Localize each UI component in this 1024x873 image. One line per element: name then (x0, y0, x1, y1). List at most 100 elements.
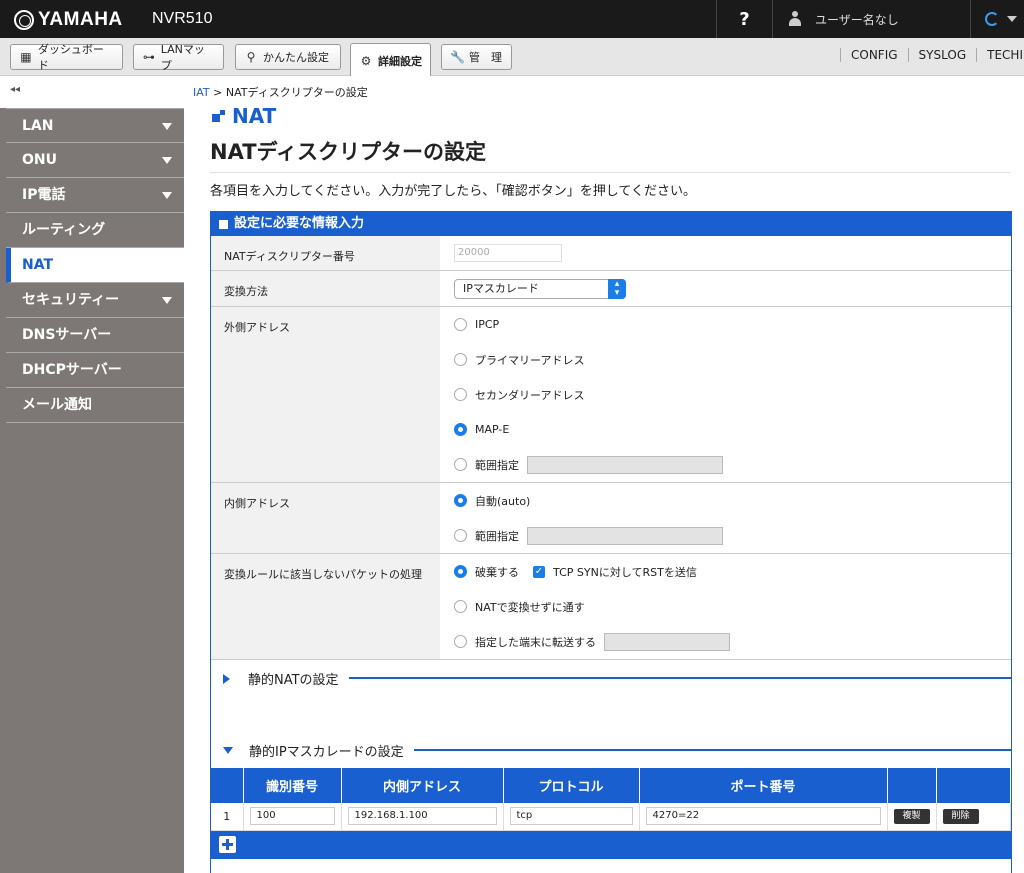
sub-links: CONFIG SYSLOG TECHINF (840, 48, 1024, 62)
option-discard[interactable]: 破棄する ✓ TCP SYNに対してRSTを送信 (454, 554, 1011, 589)
sidebar-item-label: セキュリティー (22, 292, 120, 308)
inner-address-input[interactable]: 192.168.1.100 (347, 807, 497, 826)
sidebar-item-dhcp-server[interactable]: DHCPサーバー (6, 353, 184, 388)
config-link[interactable]: CONFIG (840, 48, 908, 62)
option-outer-range[interactable]: 範囲指定 (454, 447, 1011, 482)
delete-cell: 削除 (936, 803, 1011, 831)
help-button[interactable]: ? (716, 0, 772, 38)
sidebar-item-onu[interactable]: ONU (6, 143, 184, 178)
option-forward[interactable]: 指定した端末に転送する (454, 624, 1011, 659)
checkmark-icon[interactable]: ✓ (533, 565, 545, 578)
collapse-sidebar-icon[interactable]: ◂◂ (10, 84, 20, 95)
masquerade-table: 識別番号 内側アドレス プロトコル ポート番号 1 100 192.168.1.… (211, 768, 1011, 831)
square-icon (219, 219, 228, 229)
user-menu[interactable]: ユーザー名なし (772, 0, 970, 38)
radio-button[interactable] (454, 529, 467, 542)
sidebar-item-routing[interactable]: ルーティング (6, 213, 184, 248)
panel-header: 設定に必要な情報入力 (211, 212, 1011, 236)
static-masquerade-toggle[interactable]: 静的IPマスカレードの設定 (211, 733, 1011, 768)
instruction-text: 各項目を入力してください。入力が完了したら、「確認ボタン」を押してください。 (210, 184, 696, 199)
section-title: NAT (212, 104, 276, 128)
top-bar: YAMAHA NVR510 ? ユーザー名なし (0, 0, 1024, 38)
outer-range-input[interactable] (527, 455, 723, 474)
sidebar-item-mail-notify[interactable]: メール通知 (6, 388, 184, 423)
option-inner-range[interactable]: 範囲指定 (454, 518, 1011, 553)
tab-dashboard[interactable]: ▦ ダッシュボード (10, 43, 123, 72)
field-value: 自動(auto) 範囲指定 (440, 483, 1011, 553)
lan-map-icon: ⊶ (142, 50, 155, 64)
radio-button[interactable] (454, 318, 467, 331)
page-title: NATディスクリプターの設定 (210, 140, 487, 164)
option-label: 自動(auto) (475, 494, 531, 508)
radio-button[interactable] (454, 388, 467, 401)
tab-lan-map[interactable]: ⊶ LANマップ (133, 43, 224, 72)
option-auto[interactable]: 自動(auto) (454, 483, 1011, 518)
sidebar-item-label: DNSサーバー (22, 327, 112, 343)
radio-button[interactable] (454, 353, 467, 366)
tab-label: 詳細設定 (378, 54, 422, 68)
sidebar-item-label: メール通知 (22, 397, 92, 413)
sidebar-item-lan[interactable]: LAN (6, 108, 184, 143)
breadcrumb-link-nat[interactable]: NAT (194, 86, 210, 99)
sidebar-item-dns-server[interactable]: DNSサーバー (6, 318, 184, 353)
sidebar: ◂◂ LAN ONU IP電話 ルーティング NAT セキュリティー DNSサー… (0, 76, 189, 873)
sidebar-item-security[interactable]: セキュリティー (6, 283, 184, 318)
protocol-input[interactable]: tcp (509, 807, 633, 826)
radio-button-selected[interactable] (454, 423, 467, 436)
field-value: 破棄する ✓ TCP SYNに対してRSTを送信 NATで変換せずに通す 指定した… (440, 554, 1011, 659)
radio-button[interactable] (454, 635, 467, 648)
port-input[interactable]: 4270=22 (645, 807, 881, 826)
descriptor-number-input[interactable]: 20000 (454, 244, 562, 262)
main-content: NAT > NATディスクリプターの設定 NAT NATディスクリプターの設定 … (194, 76, 1024, 873)
forward-host-input[interactable] (604, 632, 730, 651)
copy-button[interactable]: 複製 (893, 809, 930, 825)
field-value: IPマスカレード ▴ ▾ (440, 271, 1011, 306)
chevron-down-icon (1006, 16, 1017, 22)
wrench-icon: 🔧 (450, 50, 465, 64)
row-index: 1 (211, 803, 244, 831)
sidebar-top: ◂◂ (0, 76, 184, 108)
collapse-label: 静的IPマスカレードの設定 (249, 745, 404, 760)
radio-button-selected[interactable] (454, 565, 467, 578)
id-cell: 100 (243, 803, 342, 831)
breadcrumb-current: NATディスクリプターの設定 (225, 86, 368, 99)
protocol-cell: tcp (503, 803, 640, 831)
inner-range-input[interactable] (527, 526, 723, 545)
id-input[interactable]: 100 (249, 807, 335, 826)
sidebar-item-nat[interactable]: NAT (6, 248, 184, 283)
help-icon: ? (739, 8, 750, 30)
delete-button[interactable]: 削除 (942, 809, 979, 825)
option-primary-address[interactable]: プライマリーアドレス (454, 342, 1011, 377)
row-outer-address: 外側アドレス IPCP プライマリーアドレス セカンダリーアドレス MAP-E … (211, 307, 1011, 483)
tab-management[interactable]: 🔧 管 理 (441, 44, 512, 70)
tab-label: かんたん設定 (263, 51, 329, 64)
conversion-method-select[interactable]: IPマスカレード ▴ ▾ (454, 278, 626, 299)
divider (413, 748, 1011, 751)
static-nat-toggle[interactable]: 静的NATの設定 (211, 661, 1011, 696)
triangle-down-icon (223, 747, 233, 754)
techinfo-link[interactable]: TECHINF (976, 48, 1024, 62)
yamaha-logo: YAMAHA (14, 9, 123, 31)
sidebar-item-ip-phone[interactable]: IP電話 (6, 178, 184, 213)
radio-button[interactable] (454, 458, 467, 471)
option-label: MAP-E (475, 423, 510, 436)
table-row: 1 100 192.168.1.100 tcp 4270=22 複製 削除 (211, 803, 1011, 831)
status-dropdown[interactable] (970, 0, 1024, 38)
tab-advanced-settings[interactable]: ⚙ 詳細設定 (350, 43, 431, 77)
radio-button[interactable] (454, 600, 467, 613)
add-row-plus-icon[interactable] (219, 835, 236, 853)
add-row-bar (211, 830, 1011, 859)
row-conversion-method: 変換方法 IPマスカレード ▴ ▾ (211, 271, 1011, 307)
tab-easy-setup[interactable]: ⚲ かんたん設定 (235, 44, 341, 70)
dashboard-icon: ▦ (20, 50, 32, 64)
option-label: プライマリーアドレス (475, 353, 585, 367)
option-map-e[interactable]: MAP-E (454, 412, 1011, 447)
option-pass-through[interactable]: NATで変換せずに通す (454, 589, 1011, 624)
inner-cell: 192.168.1.100 (341, 803, 504, 831)
syslog-link[interactable]: SYSLOG (907, 48, 977, 62)
user-icon (789, 11, 801, 27)
radio-button-selected[interactable] (454, 494, 467, 507)
row-unmatched-packets: 変換ルールに該当しないパケットの処理 破棄する ✓ TCP SYNに対してRSTを… (211, 554, 1011, 660)
option-ipcp[interactable]: IPCP (454, 307, 1011, 342)
option-secondary-address[interactable]: セカンダリーアドレス (454, 377, 1011, 412)
